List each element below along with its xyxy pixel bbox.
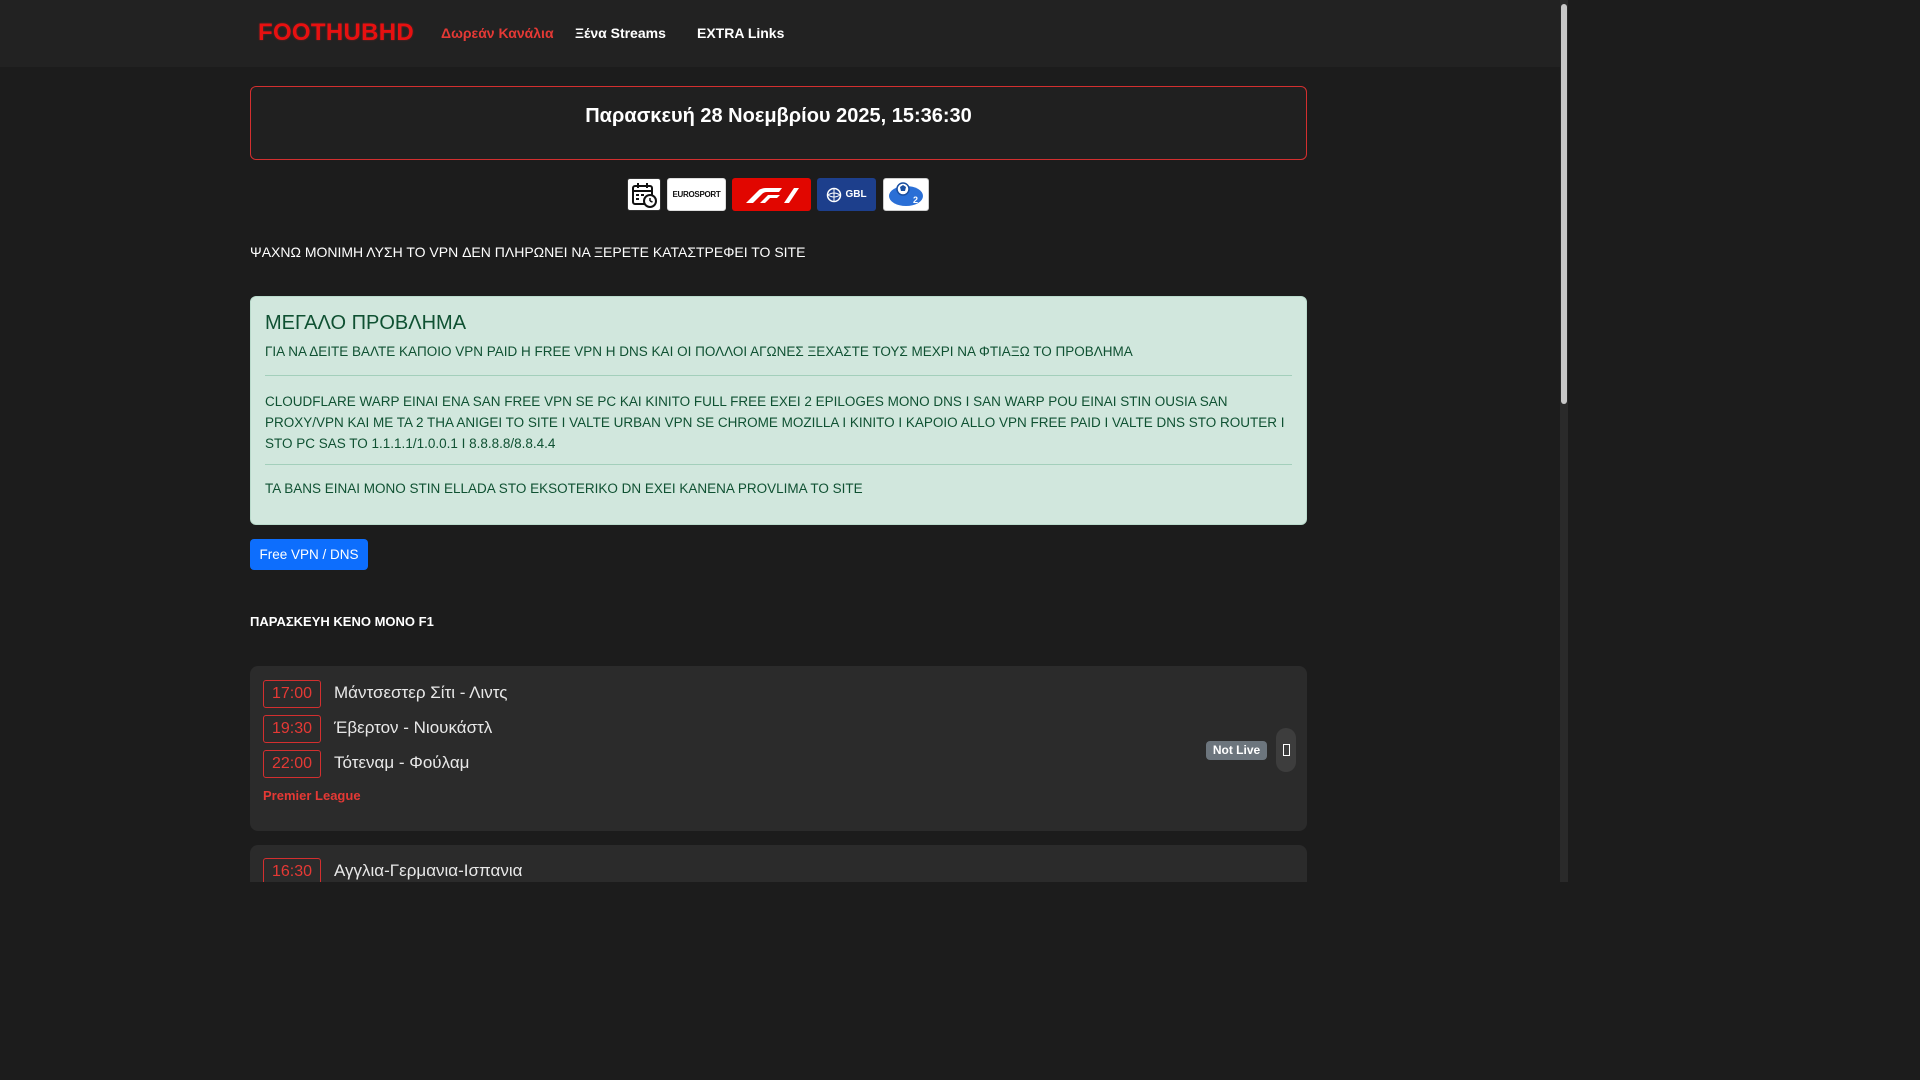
vpn-warning-note: ΨΑΧΝΩ ΜΟΝΙΜΗ ΛΥΣΗ ΤΟ VPN ΔΕΝ ΠΛΗΡΩΝΕΙ ΝΑ… xyxy=(250,244,806,260)
match-time: 22:00 xyxy=(263,750,321,778)
problem-alert: ΜΕΓΑΛΟ ΠΡΟΒΛΗΜΑ ΓΙΑ ΝΑ ΔΕΙΤΕ ΒΑΛΤΕ ΚΑΠΟΙ… xyxy=(250,296,1307,525)
match-card[interactable]: 17:00 Μάντσεστερ Σίτι - Λιντς 19:30 Έβερ… xyxy=(250,666,1307,831)
datetime-box: Παρασκευή 28 Νοεμβρίου 2025, 15:36:30 xyxy=(250,86,1307,160)
alert-divider-1 xyxy=(265,375,1292,376)
match-teams: Αγγλια-Γερμανια-Ισπανια xyxy=(334,861,523,880)
svg-text:2: 2 xyxy=(913,195,918,205)
alert-title: ΜΕΓΑΛΟ ΠΡΟΒΛΗΜΑ xyxy=(265,312,467,334)
schedule-calendar-icon[interactable] xyxy=(627,178,661,211)
f1-channel-logo[interactable] xyxy=(732,178,811,211)
match-teams: Τότεναμ - Φούλαμ xyxy=(334,753,470,772)
match-time: 19:30 xyxy=(263,715,321,743)
brand-logo[interactable]: FOOTHUBHD xyxy=(258,19,414,47)
match-time: 17:00 xyxy=(263,680,321,708)
match-teams: Μάντσεστερ Σίτι - Λιντς xyxy=(334,683,508,702)
alert-paragraph-1: ΓΙΑ ΝΑ ΔΕΙΤΕ ΒΑΛΤΕ ΚΑΠΟΙΟ VPN PAID Η FRE… xyxy=(265,344,1133,359)
page: FOOTHUBHD Δωρεάν Κανάλια Ξένα Streams EX… xyxy=(0,0,1568,882)
alert-paragraph-2: CLOUDFLARE WARP EINAI ENA SAN FREE VPN S… xyxy=(265,394,1285,451)
alert-divider-2 xyxy=(265,464,1292,465)
day-heading: ΠΑΡΑΣΚΕΥΗ ΚΕΝΟ ΜΟΝΟ F1 xyxy=(250,614,434,629)
eurosport-logo-text: EUROSPORT xyxy=(672,190,721,199)
match-teams: Έβερτον - Νιουκάστλ xyxy=(334,718,493,737)
gbl-channel-logo[interactable]: GBL xyxy=(817,178,876,211)
page-scrollbar[interactable] xyxy=(1560,0,1568,882)
scrollbar-thumb[interactable] xyxy=(1561,4,1567,404)
gbl-logo-text: GBL xyxy=(845,189,867,200)
alert-paragraph-3: TA BANS EINAI MONO STIN ELLADA STO EKSOT… xyxy=(265,481,863,496)
stream-icon xyxy=(1282,744,1290,756)
nav-link-extra-links[interactable]: EXTRA Links xyxy=(697,25,784,41)
live-status-badge: Not Live xyxy=(1206,741,1267,760)
eurosport-channel-logo[interactable]: EUROSPORT xyxy=(667,178,726,211)
top-navbar: FOOTHUBHD Δωρεάν Κανάλια Ξένα Streams EX… xyxy=(0,0,1560,67)
match-card[interactable]: 16:30 Αγγλια-Γερμανια-Ισπανια xyxy=(250,845,1307,882)
super-league-2-channel-logo[interactable]: 2 xyxy=(883,178,929,211)
nav-link-free-channels[interactable]: Δωρεάν Κανάλια xyxy=(441,25,554,41)
league-label: Premier League xyxy=(263,788,361,803)
free-vpn-dns-button[interactable]: Free VPN / DNS xyxy=(250,539,368,570)
nav-link-foreign-streams[interactable]: Ξένα Streams xyxy=(575,25,666,41)
current-datetime: Παρασκευή 28 Νοεμβρίου 2025, 15:36:30 xyxy=(585,105,972,127)
watch-stream-button[interactable] xyxy=(1276,728,1296,772)
match-time: 16:30 xyxy=(263,858,321,882)
